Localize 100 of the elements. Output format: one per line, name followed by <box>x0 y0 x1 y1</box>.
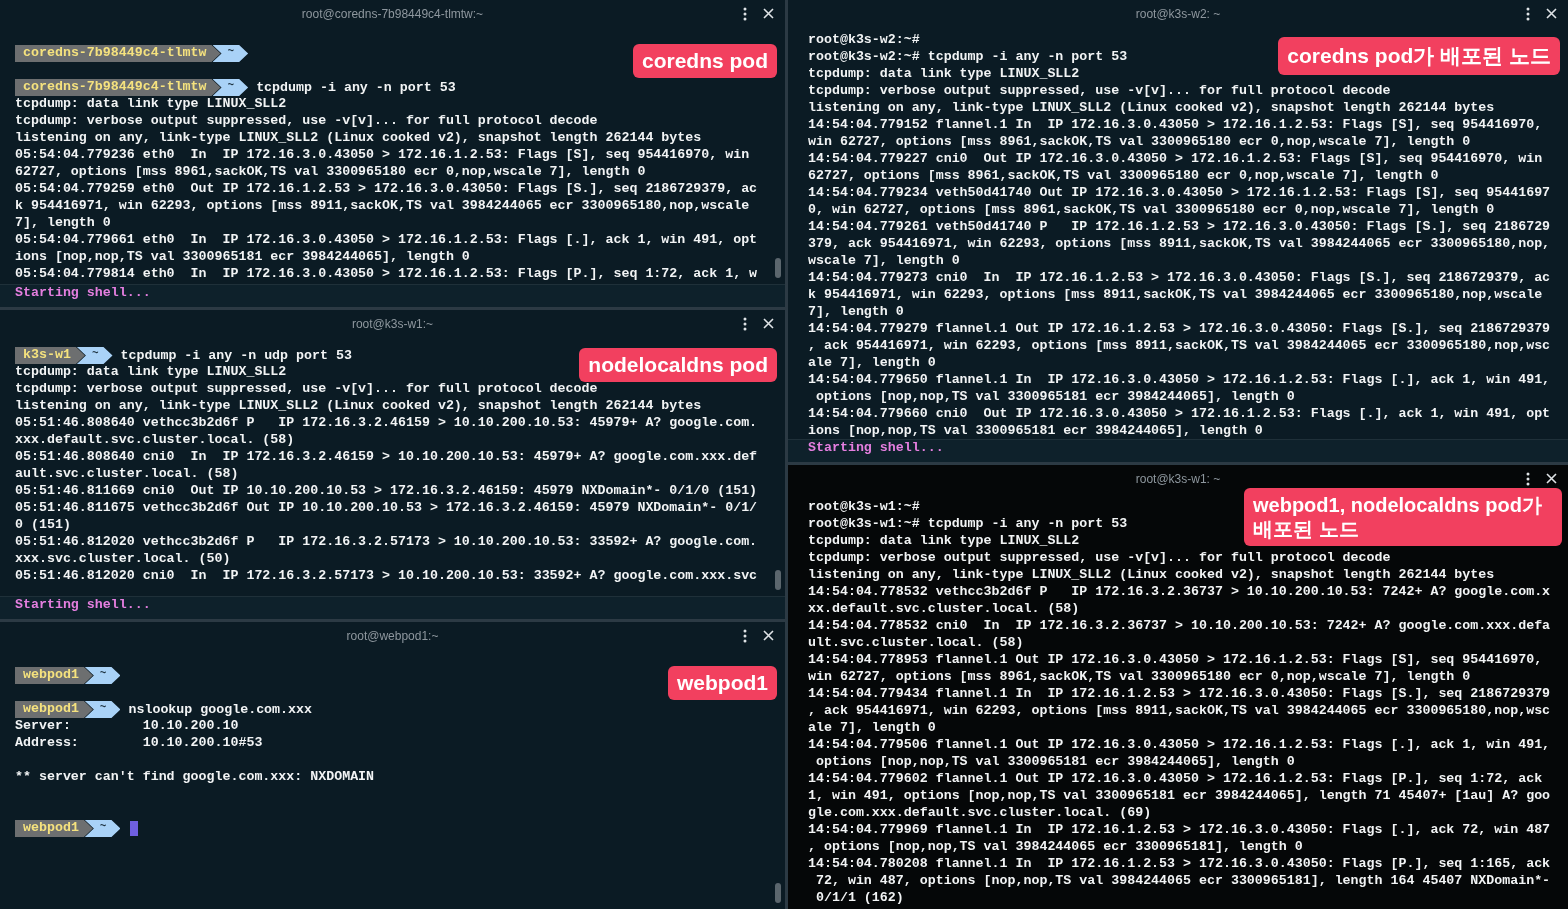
terminal-line: 0 (151) <box>15 517 71 534</box>
scrollbar-thumb[interactable] <box>775 258 781 278</box>
more-options-icon[interactable] <box>743 7 747 21</box>
command-text: tcpdump -i any -n port 53 <box>256 80 456 95</box>
more-options-icon[interactable] <box>1526 472 1530 486</box>
pane-title: root@k3s-w1: ~ <box>1135 472 1221 486</box>
terminal-line: 14:54:04.779650 flannel.1 In IP 172.16.3.0.43050 > 172.16.1.2.53: Flags [.], ack 1, win 491, <box>808 372 1551 389</box>
terminal-line: 14:54:04.779506 flannel.1 Out IP 172.16.3.0.43050 > 172.16.1.2.53: Flags [.], ack 1, win 491, <box>808 737 1551 754</box>
more-options-icon[interactable] <box>743 317 747 331</box>
annotation-label: webpod1 <box>668 666 777 700</box>
terminal-line: 14:54:04.778532 cni0 In IP 172.16.3.2.36737 > 10.10.200.10.53: 7242+ A? google.com.xxx.defa <box>808 618 1551 635</box>
terminal-line: ** server can't find google.com.xxx: NXDOMAIN <box>15 769 375 786</box>
status-message: Starting shell... <box>0 284 785 307</box>
terminal-line: , ack 954416971, win 62293, options [mss 8911,sackOK,TS val 3984244065 ecr 3300965180,nop,wsc <box>808 338 1551 355</box>
terminal-line: 05:51:46.812020 cni0 In IP 172.16.3.2.57173 > 10.10.200.10.53: 33592+ A? google.com.xxx.svc <box>15 568 758 585</box>
terminal-line: root@k3s-w1:~# tcpdump -i any -n port 53 <box>808 516 1128 533</box>
terminal-line: ale 7], length 0 <box>808 355 936 372</box>
terminal-line: 14:54:04.779273 cni0 In IP 172.16.1.2.53 > 172.16.3.0.43050: Flags [S.], seq 2186729379, ac <box>808 270 1551 287</box>
terminal-line: win 62727, options [mss 8961,sackOK,TS val 3300965180 ecr 0,nop,wscale 7], length 0 <box>808 134 1471 151</box>
terminal-line: tcpdump: data link type LINUX_SLL2 <box>15 364 287 381</box>
more-options-icon[interactable] <box>1526 7 1530 21</box>
terminal-line: 14:54:04.779602 flannel.1 Out IP 172.16.3.0.43050 > 172.16.1.2.53: Flags [P.], seq 1:72, ack <box>808 771 1543 788</box>
terminal-line: tcpdump: verbose output suppressed, use -v[v]... for full protocol decode <box>808 83 1391 100</box>
terminal-line: tcpdump: verbose output suppressed, use -v[v]... for full protocol decode <box>808 550 1391 567</box>
terminal-line: listening on any, link-type LINUX_SLL2 (Linux cooked v2), snapshot length 262144 bytes <box>15 398 702 415</box>
terminal-line: ult.svc.cluster.local. (58) <box>808 635 1024 652</box>
terminal-line: options [nop,nop,TS val 3300965181 ecr 3984244065], length 0 <box>814 389 1295 406</box>
terminal-line: 05:54:04.779259 eth0 Out IP 172.16.1.2.53 > 172.16.3.0.43050: Flags [S.], seq 2186729379, ac <box>15 181 758 198</box>
terminal-line: xxx.svc.cluster.local. (50) <box>15 551 231 568</box>
terminal-line: Server: 10.10.200.10 <box>15 718 239 735</box>
terminal-line: root@k3s-w1:~# <box>808 499 920 516</box>
status-message: Starting shell... <box>0 596 785 619</box>
command-text: nslookup google.com.xxx <box>128 702 312 717</box>
terminal-line: 379, ack 954416971, win 62293, options [mss 8911,sackOK,TS val 3984244065 ecr 3300965180,nop, <box>808 236 1551 253</box>
terminal-line: root@k3s-w2:~# tcpdump -i any -n port 53 <box>808 49 1128 66</box>
terminal-line: 14:54:04.779279 flannel.1 Out IP 172.16.1.2.53 > 172.16.3.0.43050: Flags [S.], seq 2186729379 <box>808 321 1551 338</box>
terminal-line: listening on any, link-type LINUX_SLL2 (Linux cooked v2), snapshot length 262144 bytes <box>808 567 1495 584</box>
pane-title: root@webpod1:~ <box>346 629 439 643</box>
annotation-label: nodelocaldns pod <box>579 348 777 382</box>
terminal-line: 05:51:46.812020 vethcc3b2d6f P IP 172.16.3.2.57173 > 10.10.200.10.53: 33592+ A? google.com. <box>15 534 758 551</box>
terminal-line: Address: 10.10.200.10#53 <box>15 735 263 752</box>
more-options-icon[interactable] <box>743 629 747 643</box>
terminal-line: 14:54:04.779261 veth50d41740 P IP 172.16.1.2.53 > 172.16.3.0.43050: Flags [S.], seq 2186729 <box>808 219 1551 236</box>
close-icon[interactable] <box>1546 8 1557 19</box>
terminal-line: 14:54:04.779152 flannel.1 In IP 172.16.3.0.43050 > 172.16.1.2.53: Flags [S], seq 954416970, <box>808 117 1543 134</box>
terminal-line: 14:54:04.780208 flannel.1 In IP 172.16.1.2.53 > 172.16.3.0.43050: Flags [P.], seq 1:165, ack <box>808 856 1551 873</box>
prompt-host: coredns-7b98449c4-tlmtw <box>15 45 221 62</box>
terminal-line: tcpdump: verbose output suppressed, use -v[v]... for full protocol decode <box>15 113 598 130</box>
pane-title: root@k3s-w1:~ <box>351 317 434 331</box>
terminal-line: 05:54:04.779661 eth0 In IP 172.16.3.0.43050 > 172.16.1.2.53: Flags [.], ack 1, win 491, opt <box>15 232 758 249</box>
terminal-line: 1, win 491, options [nop,nop,TS val 3300965181 ecr 3984244065], length 71 45407+ [1au] A? goo <box>808 788 1551 805</box>
close-icon[interactable] <box>763 318 774 329</box>
terminal-line: 0, win 62727, options [mss 8961,sackOK,TS val 3300965180 ecr 0,nop,wscale 7], length 0 <box>808 202 1495 219</box>
terminal-line: 05:51:46.808640 cni0 In IP 172.16.3.2.46159 > 10.10.200.10.53: 45979+ A? google.com.xxx.def <box>15 449 758 466</box>
terminal-line: wscale 7], length 0 <box>808 253 960 270</box>
terminal-line: 05:51:46.811669 cni0 Out IP 10.10.200.10.53 > 172.16.3.2.46159: 45979 NXDomain*- 0/1/0 (151) <box>15 483 758 500</box>
prompt-host: coredns-7b98449c4-tlmtw <box>15 79 221 96</box>
close-icon[interactable] <box>763 630 774 641</box>
terminal-line: k 954416971, win 62293, options [mss 8911,sackOK,TS val 3984244065 ecr 3300965180,nop,wscale <box>808 287 1543 304</box>
terminal-line: listening on any, link-type LINUX_SLL2 (Linux cooked v2), snapshot length 262144 bytes <box>808 100 1495 117</box>
terminal-line: 14:54:04.779227 cni0 Out IP 172.16.3.0.43050 > 172.16.1.2.53: Flags [S], seq 954416970, win <box>808 151 1543 168</box>
terminal-line: 05:51:46.811675 vethcc3b2d6f Out IP 10.10.200.10.53 > 172.16.3.2.46159: 45979 NXDomain*- 0/1/ <box>15 500 758 517</box>
close-icon[interactable] <box>1546 473 1557 484</box>
terminal-line: 14:54:04.779660 cni0 Out IP 172.16.3.0.43050 > 172.16.1.2.53: Flags [.], ack 1, win 491, opt <box>808 406 1551 423</box>
close-icon[interactable] <box>763 8 774 19</box>
scrollbar-thumb[interactable] <box>775 570 781 590</box>
annotation-label: coredns pod <box>633 44 777 78</box>
terminal-line: 05:54:04.779236 eth0 In IP 172.16.3.0.43050 > 172.16.1.2.53: Flags [S], seq 954416970, win <box>15 147 750 164</box>
terminal-line: ions [nop,nop,TS val 3300965181 ecr 3984244065], length 0 <box>15 249 470 266</box>
terminal-line: 7], length 0 <box>15 215 111 232</box>
terminal-line: 0/1/1 (162) <box>814 890 904 907</box>
terminal-line: gle.com.xxx.default.svc.cluster.local. (69) <box>808 805 1152 822</box>
terminal-line: tcpdump: data link type LINUX_SLL2 <box>15 96 287 113</box>
terminal-line: 72, win 487, options [nop,nop,TS val 3984244065 ecr 3300965181], length 164 45407 NXDomain*- <box>814 873 1551 890</box>
terminal-line: k 954416971, win 62293, options [mss 8911,sackOK,TS val 3984244065 ecr 3300965180,nop,wscale <box>15 198 750 215</box>
terminal-line: xxx.default.svc.cluster.local. (58) <box>15 432 295 449</box>
terminal-line: , ack 954416971, win 62293, options [mss 8911,sackOK,TS val 3984244065 ecr 3300965180,nop,wsc <box>808 703 1551 720</box>
terminal-line: xx.default.svc.cluster.local. (58) <box>808 601 1080 618</box>
terminal-line: root@k3s-w2:~# <box>808 32 920 49</box>
terminal-line: tcpdump: data link type LINUX_SLL2 <box>808 66 1080 83</box>
terminal-line: tcpdump: verbose output suppressed, use -v[v]... for full protocol decode <box>15 381 598 398</box>
terminal-line: win 62727, options [mss 8961,sackOK,TS val 3300965180 ecr 0,nop,wscale 7], length 0 <box>808 669 1471 686</box>
terminal-line: tcpdump: data link type LINUX_SLL2 <box>808 533 1080 550</box>
status-message: Starting shell... <box>788 439 1568 462</box>
scrollbar-thumb[interactable] <box>775 883 781 903</box>
terminal-line: , options [nop,nop,TS val 3984244065 ecr 3300965181], length 0 <box>808 839 1303 856</box>
annotation-label: webpod1, nodelocaldns pod가 배포된 노드 <box>1244 488 1562 546</box>
terminal-line: options [nop,nop,TS val 3300965181 ecr 3984244065], length 0 <box>814 754 1295 771</box>
terminal-line: 14:54:04.778953 flannel.1 Out IP 172.16.3.0.43050 > 172.16.1.2.53: Flags [S], seq 954416970, <box>808 652 1543 669</box>
terminal-line: ale 7], length 0 <box>808 720 936 737</box>
annotation-label: coredns pod가 배포된 노드 <box>1278 37 1560 75</box>
pane-title: root@coredns-7b98449c4-tlmtw:~ <box>301 7 484 21</box>
terminal-line: 62727, options [mss 8961,sackOK,TS val 3300965180 ecr 0,nop,wscale 7], length 0 <box>15 164 646 181</box>
terminal-line: ault.svc.cluster.local. (58) <box>15 466 239 483</box>
terminal-line: 14:54:04.779434 flannel.1 In IP 172.16.1.2.53 > 172.16.3.0.43050: Flags [S.], seq 2186729379 <box>808 686 1551 703</box>
terminal-line: listening on any, link-type LINUX_SLL2 (Linux cooked v2), snapshot length 262144 bytes <box>15 130 702 147</box>
terminal-line: 62727, options [mss 8961,sackOK,TS val 3300965180 ecr 0,nop,wscale 7], length 0 <box>808 168 1439 185</box>
pane-title: root@k3s-w2: ~ <box>1135 7 1221 21</box>
terminal-line: 14:54:04.778532 vethcc3b2d6f P IP 172.16.3.2.36737 > 10.10.200.10.53: 7242+ A? google.com.x <box>808 584 1551 601</box>
terminal-line: 05:51:46.808640 vethcc3b2d6f P IP 172.16.3.2.46159 > 10.10.200.10.53: 45979+ A? google.com. <box>15 415 758 432</box>
